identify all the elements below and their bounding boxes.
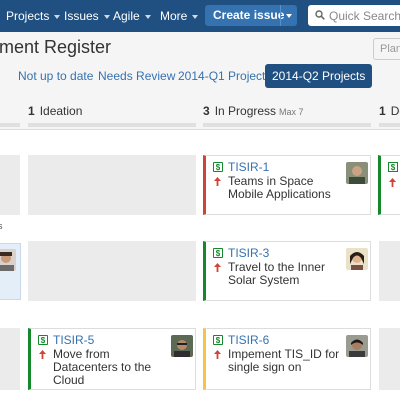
create-dropdown-icon[interactable] <box>286 14 292 18</box>
create-issue-button[interactable]: Create issue <box>205 5 297 26</box>
nav-issues-label: Issues <box>64 9 99 23</box>
chevron-down-icon <box>144 14 151 19</box>
nav-more[interactable]: More <box>160 0 199 32</box>
story-type-icon: $ <box>213 162 223 172</box>
chevron-down-icon <box>103 14 110 19</box>
empty-cell <box>28 241 196 301</box>
search-icon <box>315 10 325 20</box>
empty-cell <box>379 241 400 301</box>
chevron-down-icon <box>54 14 61 19</box>
quick-filter-2014-q2[interactable]: 2014-Q2 Projects <box>265 64 373 88</box>
swimlane-label: s <box>0 221 3 231</box>
column-bar <box>0 123 20 127</box>
assignee-avatar <box>171 335 193 357</box>
issue-card[interactable]: $ TISIR-1 Teams in Space Mobile Applicat… <box>203 155 371 215</box>
issue-summary: Impement TIS_ID for single sign on <box>228 347 340 374</box>
issue-card[interactable]: $ TISIR-5 Move from Datacenters to the C… <box>28 328 196 390</box>
assignee-avatar <box>0 249 16 271</box>
issue-summary: Move from Datacenters to the Cloud <box>53 347 152 387</box>
nav-agile-label: Agile <box>113 9 140 23</box>
column-bar <box>28 123 196 127</box>
column-header-ideation: 1 Ideation <box>28 104 82 118</box>
issue-key[interactable]: TISIR-5 <box>53 333 94 347</box>
quick-filter-not-up-to-date[interactable]: Not up to date <box>18 64 93 88</box>
priority-up-arrow-icon <box>214 350 221 359</box>
empty-cell <box>0 328 20 390</box>
column-bar <box>203 123 371 127</box>
quick-filter-2014-q1[interactable]: 2014-Q1 Projects <box>178 64 271 88</box>
create-issue-label: Create issue <box>213 8 285 22</box>
issue-card[interactable]: $ TISIR-3 Travel to the Inner Solar Syst… <box>203 241 371 301</box>
issue-key[interactable]: TISIR-6 <box>228 333 269 347</box>
assignee-avatar <box>346 335 368 357</box>
empty-cell <box>28 155 196 215</box>
issue-card[interactable]: $ TISIR-6 Impement TIS_ID for single sig… <box>203 328 371 390</box>
issue-key[interactable]: TISIR-3 <box>228 246 269 260</box>
priority-up-arrow-icon <box>214 263 221 272</box>
assignee-avatar <box>346 162 368 184</box>
column-name: Do <box>390 104 400 118</box>
empty-cell <box>379 328 400 390</box>
issue-summary: Travel to the Inner Solar System <box>228 260 325 287</box>
plan-button[interactable]: Plan <box>373 38 400 60</box>
priority-up-arrow-icon <box>39 350 46 359</box>
column-header-done: 1 Do <box>379 104 400 118</box>
story-type-icon: $ <box>388 162 398 172</box>
create-divider <box>280 5 281 26</box>
page-title: ment Register <box>0 37 112 57</box>
nav-issues[interactable]: Issues <box>64 0 110 32</box>
assignee-avatar <box>346 248 368 270</box>
priority-up-arrow-icon <box>389 178 396 187</box>
column-name: In Progress <box>214 104 277 118</box>
column-count: 1 <box>28 104 35 118</box>
quick-search[interactable] <box>308 5 400 26</box>
nav-more-label: More <box>160 9 188 23</box>
nav-agile[interactable]: Agile <box>113 0 151 32</box>
story-type-icon: $ <box>38 335 48 345</box>
column-header-in-progress: 3 In Progress Max 7 <box>203 104 304 118</box>
search-input[interactable] <box>329 7 400 24</box>
quick-filter-needs-review[interactable]: Needs Review <box>98 64 175 88</box>
story-type-icon: $ <box>213 248 223 258</box>
nav-projects-label: Projects <box>6 9 50 23</box>
issue-key[interactable]: TISIR-1 <box>228 160 269 174</box>
priority-up-arrow-icon <box>214 177 221 186</box>
empty-cell <box>0 155 20 215</box>
column-max-limit: Max 7 <box>279 107 304 117</box>
issue-card-partial[interactable] <box>0 243 21 300</box>
chevron-down-icon <box>192 14 199 19</box>
nav-projects[interactable]: Projects <box>6 0 61 32</box>
top-navigation-bar: Projects Issues Agile More Create issue <box>0 0 400 32</box>
story-type-icon: $ <box>213 335 223 345</box>
column-name: Ideation <box>39 104 83 118</box>
issue-summary: Teams in Space Mobile Applications <box>228 174 331 201</box>
column-count: 3 <box>203 104 210 118</box>
issue-card-partial[interactable]: $ <box>378 155 400 215</box>
column-count: 1 <box>379 104 386 118</box>
column-bar <box>379 123 400 127</box>
